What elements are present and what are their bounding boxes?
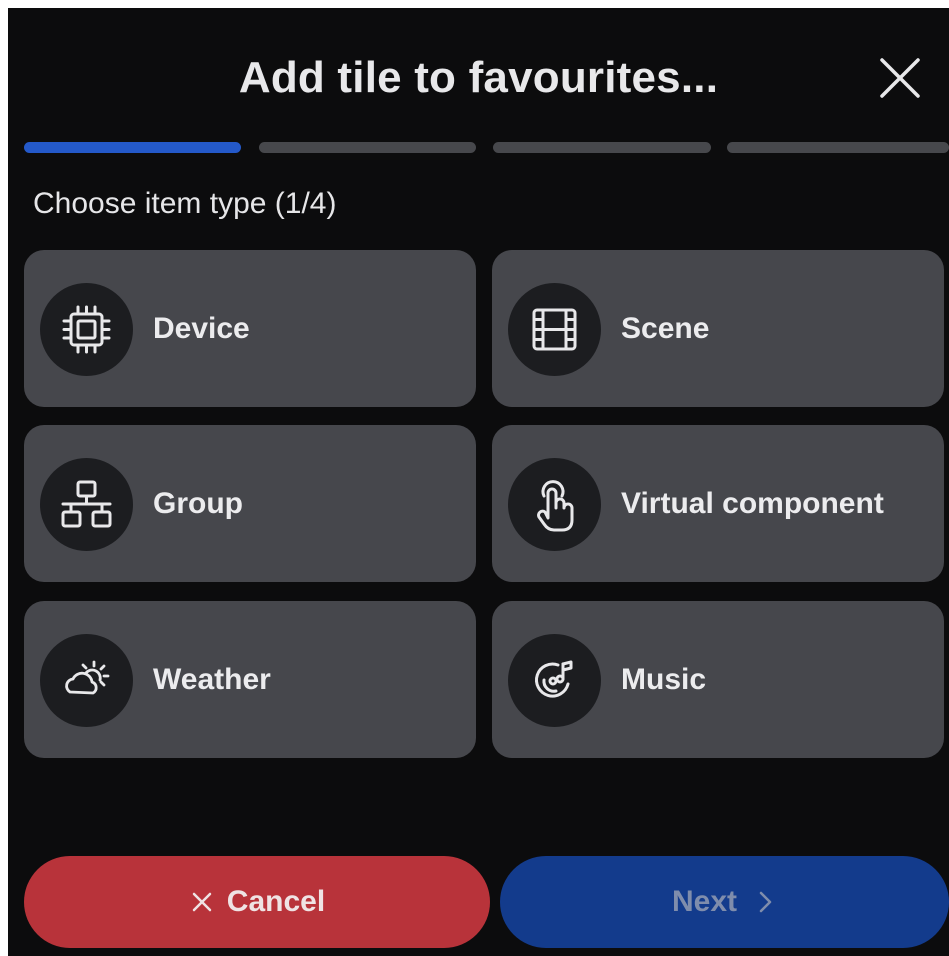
item-type-group[interactable]: Group bbox=[24, 425, 476, 582]
chip-icon bbox=[62, 305, 111, 354]
network-group-icon bbox=[61, 480, 112, 528]
cloud-sun-icon bbox=[65, 660, 110, 695]
device-icon-badge bbox=[40, 283, 133, 376]
step-1-indicator bbox=[24, 142, 241, 153]
step-2-indicator bbox=[259, 142, 476, 153]
next-button[interactable]: Next bbox=[500, 856, 949, 948]
item-type-label: Virtual component bbox=[621, 487, 884, 520]
scene-icon-badge bbox=[508, 283, 601, 376]
step-4-indicator bbox=[727, 142, 949, 153]
step-3-indicator bbox=[493, 142, 711, 153]
music-disc-icon bbox=[535, 660, 573, 698]
film-icon bbox=[532, 308, 577, 351]
item-type-label: Music bbox=[621, 663, 707, 696]
item-type-weather[interactable]: Weather bbox=[24, 601, 476, 758]
group-icon-badge bbox=[40, 458, 133, 551]
chevron-right-icon bbox=[759, 891, 772, 913]
item-type-label: Group bbox=[153, 487, 243, 520]
cancel-button-label: Cancel bbox=[226, 885, 326, 918]
virtual-component-icon-badge bbox=[508, 458, 601, 551]
item-type-label: Device bbox=[153, 312, 250, 345]
dialog-title: Add tile to favourites... bbox=[238, 53, 719, 102]
step-subtitle: Choose item type (1/4) bbox=[33, 187, 337, 220]
add-tile-dialog: Add tile to favourites... Choose item ty… bbox=[8, 8, 949, 956]
item-type-music[interactable]: Music bbox=[492, 601, 944, 758]
cancel-button[interactable]: Cancel bbox=[24, 856, 490, 948]
item-type-device[interactable]: Device bbox=[24, 250, 476, 407]
item-type-virtual-component[interactable]: Virtual component bbox=[492, 425, 944, 582]
x-icon bbox=[192, 892, 212, 912]
tap-finger-icon bbox=[537, 480, 574, 532]
item-type-scene[interactable]: Scene bbox=[492, 250, 944, 407]
music-icon-badge bbox=[508, 634, 601, 727]
weather-icon-badge bbox=[40, 634, 133, 727]
item-type-label: Scene bbox=[621, 312, 710, 345]
progress-stepper bbox=[24, 142, 949, 153]
close-x-icon bbox=[880, 58, 920, 98]
close-button[interactable] bbox=[872, 50, 928, 106]
next-button-label: Next bbox=[671, 885, 738, 918]
item-type-label: Weather bbox=[153, 663, 271, 696]
